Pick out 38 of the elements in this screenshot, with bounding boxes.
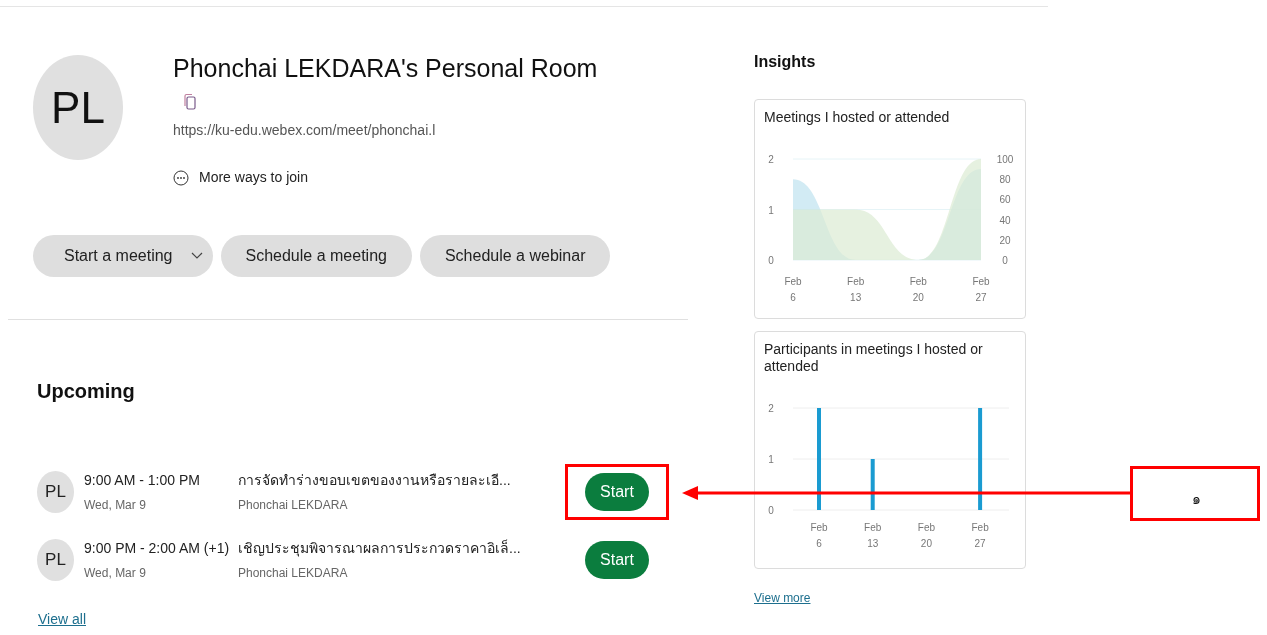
chart-title: Meetings I hosted or attended: [764, 109, 951, 126]
axis-label: 0: [768, 255, 774, 266]
room-title: Phonchai LEKDARA's Personal Room: [173, 53, 598, 83]
axis-label: 1: [768, 454, 774, 465]
meeting-date: Wed, Mar 9: [84, 497, 147, 514]
axis-label: Feb 13: [847, 276, 865, 303]
meeting-time: 9:00 AM - 1:00 PM: [84, 471, 201, 490]
callout-box: ๑: [1130, 466, 1260, 521]
avatar: PL: [37, 539, 74, 581]
axis-label: 2: [768, 403, 774, 414]
axis-label: 80: [999, 174, 1011, 186]
meeting-date: Wed, Mar 9: [84, 565, 147, 582]
axis-label: Feb 13: [864, 522, 882, 549]
axis-label: Feb 27: [972, 276, 990, 303]
room-url: https://ku-edu.webex.com/meet/phonchai.l: [173, 121, 437, 140]
axis-label: 60: [999, 194, 1011, 206]
axis-label: Feb 27: [971, 522, 989, 549]
section-title: Upcoming: [37, 379, 136, 404]
axis-label: 0: [768, 505, 774, 516]
axis-label: 100: [996, 154, 1014, 165]
meeting-title: เชิญประชุมพิจารณาผลการประกวดราคาอิเล็...: [238, 538, 522, 559]
axis-label: Feb 20: [909, 276, 927, 303]
axis-label: 40: [999, 214, 1011, 226]
avatar: PL: [37, 471, 74, 513]
axis-label: 1: [768, 204, 774, 216]
axis-label: 0: [1002, 255, 1008, 266]
axis-label: Feb 6: [784, 276, 802, 303]
meeting-time: 9:00 PM - 2:00 AM (+1): [84, 539, 231, 558]
meeting-host: Phonchai LEKDARA: [238, 497, 349, 514]
axis-label: Feb 20: [917, 522, 935, 549]
meeting-host: Phonchai LEKDARA: [238, 565, 349, 582]
section-title: Insights: [754, 52, 817, 72]
axis-label: 20: [999, 234, 1011, 246]
chart-title: Participants in meetings I hosted or attended: [764, 341, 984, 375]
axis-label: Feb 6: [810, 522, 828, 549]
avatar: PL: [33, 55, 123, 160]
meeting-title: การจัดทำร่างขอบเขตของงานหรือรายละเอี...: [238, 471, 512, 490]
axis-label: 2: [768, 154, 774, 165]
